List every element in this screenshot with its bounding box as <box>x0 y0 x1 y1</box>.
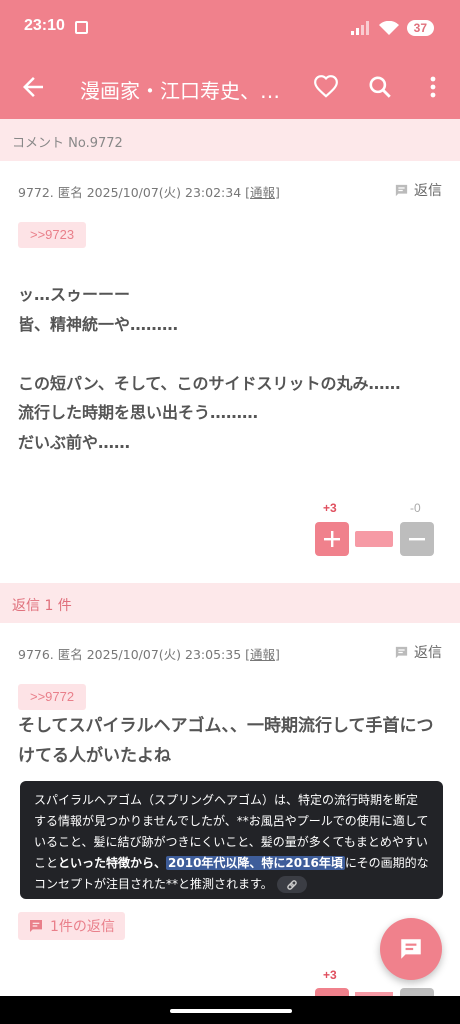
app-bar: 漫画家・江口寿史、… <box>0 57 460 119</box>
reply-icon <box>395 184 408 196</box>
plus-icon <box>324 531 340 547</box>
replies-header-band: 返信 1 件 <box>0 583 460 623</box>
search-icon[interactable] <box>367 74 393 100</box>
popup-bold-text: といった特徴から、 <box>58 856 167 870</box>
comment-meta: 9772. 匿名 2025/10/07(火) 23:02:34 [通報] <box>18 182 280 201</box>
reply-button[interactable]: 返信 <box>394 642 442 662</box>
replies-count-label: 返信 1 件 <box>12 598 72 614</box>
page-title: 漫画家・江口寿史、… <box>80 79 280 103</box>
home-indicator[interactable] <box>170 1009 292 1013</box>
reply-button[interactable]: 返信 <box>394 180 442 200</box>
view-replies-button[interactable]: 1件の返信 <box>18 912 125 940</box>
view-replies-label: 1件の返信 <box>50 919 115 935</box>
wifi-icon <box>378 20 399 35</box>
comment-meta-text: 9772. 匿名 2025/10/07(火) 23:02:34 [ <box>18 185 250 200</box>
reply-meta-close: ] <box>275 647 280 662</box>
anchor-link[interactable]: >>9772 <box>18 684 87 710</box>
minus-button[interactable] <box>400 522 434 556</box>
reply-meta-text: 9776. 匿名 2025/10/07(火) 23:05:35 [ <box>18 647 250 662</box>
battery-indicator: 37 <box>406 20 434 36</box>
reply-meta: 9776. 匿名 2025/10/07(火) 23:05:35 [通報] <box>18 644 280 663</box>
chat-icon <box>30 920 42 932</box>
reply-label: 返信 <box>414 645 442 661</box>
reply-icon <box>395 646 408 658</box>
ai-explanation-popup: スパイラルヘアゴム（スプリングヘアゴム）は、特定の流行時期を断定する情報が見つか… <box>20 781 443 899</box>
plus-button[interactable] <box>315 988 349 996</box>
status-bar: 23:10 37 <box>0 0 460 57</box>
plus-count: +3 <box>323 968 337 982</box>
comment-meta-close: ] <box>275 185 280 200</box>
link-button[interactable] <box>276 876 307 893</box>
minus-button[interactable] <box>400 988 434 996</box>
report-link[interactable]: 通報 <box>250 647 275 662</box>
system-nav-bar <box>0 996 460 1024</box>
reply-body: そしてスパイラルヘアゴム、、一時期流行して手首につけてる人がいたよね <box>18 716 434 766</box>
comment-number-label: コメント No.9772 <box>12 136 123 151</box>
signal-icon <box>350 21 369 35</box>
comment-fab[interactable] <box>380 918 442 980</box>
minus-icon <box>409 538 425 541</box>
popup-highlight: 2010年代以降、特に2016年頃 <box>166 856 345 870</box>
reply-label: 返信 <box>414 183 442 199</box>
anchor-link[interactable]: >>9723 <box>18 222 87 248</box>
chat-icon <box>401 939 421 959</box>
heart-icon[interactable] <box>313 74 339 100</box>
vote-ratio-bar <box>355 531 393 547</box>
back-arrow-icon[interactable] <box>18 72 48 102</box>
comment-body: ッ…スゥーーー 皆、精神統一や……… この短パン、そして、このサイドスリットの丸… <box>18 285 401 452</box>
status-indicators: 37 <box>350 18 434 38</box>
plus-count: +3 <box>323 501 337 515</box>
report-link[interactable]: 通報 <box>250 185 275 200</box>
status-time: 23:10 <box>24 17 65 34</box>
more-vert-icon[interactable] <box>422 74 444 100</box>
link-icon <box>286 879 297 890</box>
screenshot-icon <box>75 21 88 34</box>
plus-button[interactable] <box>315 522 349 556</box>
comment-header-band: コメント No.9772 <box>0 119 460 161</box>
minus-count: -0 <box>410 501 421 515</box>
